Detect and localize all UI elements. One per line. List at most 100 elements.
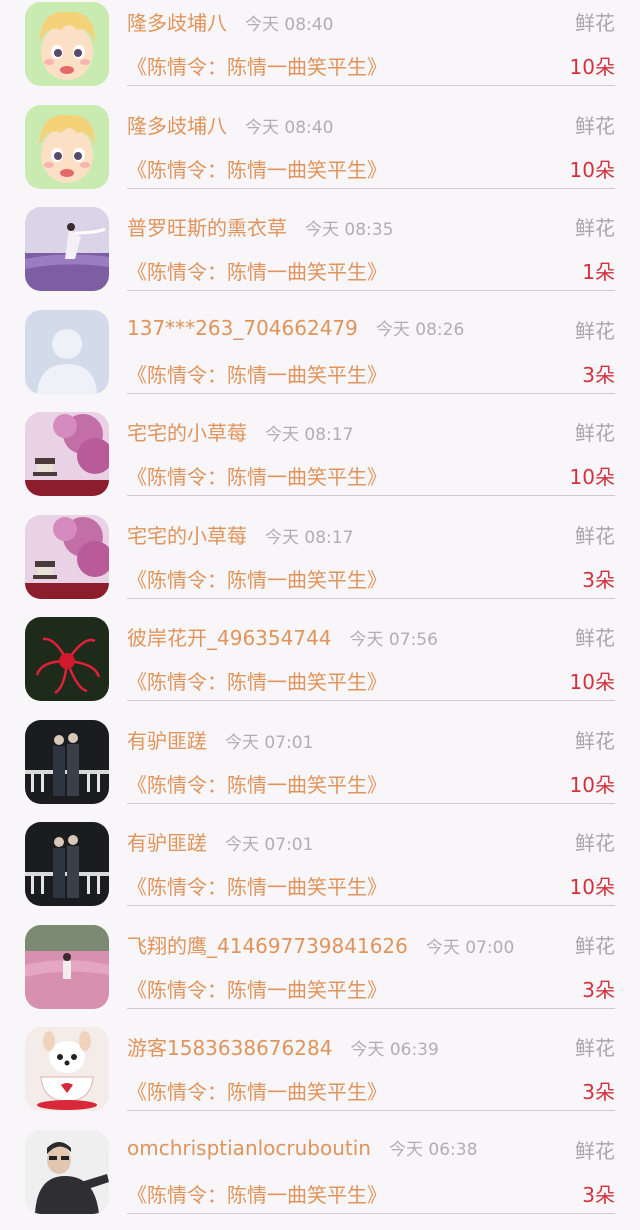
user-name-text: 宅宅的小草莓: [127, 524, 247, 548]
gift-list-item[interactable]: omchrisptianlocruboutin 今天 06:38 鲜花 《陈情令：…: [0, 1128, 640, 1230]
user-name-text: 有驴匪蹉: [127, 831, 207, 855]
row-divider: [127, 290, 615, 291]
user-name-text: omchrisptianlocruboutin: [127, 1136, 371, 1160]
book-title-link[interactable]: 《陈情令：陈情一曲笑平生》: [127, 359, 387, 388]
gift-time: 今天 06:39: [350, 1040, 438, 1060]
gift-list-item[interactable]: 137***263_704662479今天 08:26 鲜花 《陈情令：陈情一曲…: [0, 308, 640, 411]
row-divider: [127, 905, 615, 906]
book-title-link[interactable]: 《陈情令：陈情一曲笑平生》: [127, 256, 387, 285]
row-divider: [127, 1213, 615, 1214]
user-name-text: 隆多歧埔八: [127, 114, 227, 138]
row-divider: [127, 700, 615, 701]
book-title-link[interactable]: 《陈情令：陈情一曲笑平生》: [127, 871, 387, 900]
user-name[interactable]: 有驴匪蹉今天 07:01: [127, 827, 313, 856]
user-name-text: 普罗旺斯的熏衣草: [127, 216, 287, 240]
user-name-text: 游客1583638676284: [127, 1036, 332, 1060]
user-avatar[interactable]: [25, 617, 109, 701]
gift-type: 鲜花: [575, 520, 615, 549]
gift-type: 鲜花: [575, 212, 615, 241]
row-divider: [127, 495, 615, 496]
user-name[interactable]: 飞翔的鹰_414697739841626 今天 07:00: [127, 930, 514, 959]
gift-type: 鲜花: [575, 930, 615, 959]
user-avatar[interactable]: [25, 1130, 109, 1214]
user-avatar[interactable]: [25, 412, 109, 496]
gift-count: 3朵: [582, 1179, 615, 1208]
gift-count: 1朵: [582, 256, 615, 285]
gift-list-item[interactable]: 隆多歧埔八今天 08:40 鲜花 《陈情令：陈情一曲笑平生》 10朵: [0, 0, 640, 103]
user-name-text: 彼岸花开_496354744: [127, 626, 332, 650]
user-avatar[interactable]: [25, 925, 109, 1009]
book-title-link[interactable]: 《陈情令：陈情一曲笑平生》: [127, 461, 387, 490]
gift-time: 今天 08:26: [376, 320, 464, 340]
gift-time: 今天 08:40: [245, 118, 333, 138]
user-avatar[interactable]: [25, 1027, 109, 1111]
book-title-link[interactable]: 《陈情令：陈情一曲笑平生》: [127, 1179, 387, 1208]
book-title-link[interactable]: 《陈情令：陈情一曲笑平生》: [127, 666, 387, 695]
gift-count: 10朵: [570, 154, 615, 183]
user-avatar[interactable]: [25, 2, 109, 86]
row-divider: [127, 1008, 615, 1009]
gift-list-item[interactable]: 彼岸花开_496354744今天 07:56 鲜花 《陈情令：陈情一曲笑平生》 …: [0, 615, 640, 718]
row-divider: [127, 598, 615, 599]
user-name-text: 飞翔的鹰_414697739841626: [127, 934, 408, 958]
gift-time: 今天 08:40: [245, 15, 333, 35]
user-name[interactable]: 隆多歧埔八今天 08:40: [127, 110, 333, 139]
user-name[interactable]: 游客1583638676284 今天 06:39: [127, 1032, 439, 1061]
user-avatar[interactable]: [25, 720, 109, 804]
gift-list-item[interactable]: 有驴匪蹉今天 07:01 鲜花 《陈情令：陈情一曲笑平生》 10朵: [0, 718, 640, 821]
user-name-text: 隆多歧埔八: [127, 11, 227, 35]
gift-count: 3朵: [582, 974, 615, 1003]
gift-count: 3朵: [582, 1076, 615, 1105]
book-title-link[interactable]: 《陈情令：陈情一曲笑平生》: [127, 154, 387, 183]
user-avatar[interactable]: [25, 310, 109, 394]
user-avatar[interactable]: [25, 822, 109, 906]
book-title-link[interactable]: 《陈情令：陈情一曲笑平生》: [127, 769, 387, 798]
gift-list-item[interactable]: 宅宅的小草莓今天 08:17 鲜花 《陈情令：陈情一曲笑平生》 10朵: [0, 410, 640, 513]
user-name[interactable]: 隆多歧埔八今天 08:40: [127, 7, 333, 36]
gift-time: 今天 08:17: [265, 528, 353, 548]
gift-time: 今天 06:38: [389, 1140, 477, 1160]
gift-list-item[interactable]: 飞翔的鹰_414697739841626 今天 07:00 鲜花 《陈情令：陈情一…: [0, 923, 640, 1026]
gift-count: 10朵: [570, 666, 615, 695]
user-name[interactable]: 宅宅的小草莓今天 08:17: [127, 520, 353, 549]
gift-time: 今天 08:17: [265, 425, 353, 445]
user-name-text: 宅宅的小草莓: [127, 421, 247, 445]
gift-count: 10朵: [570, 769, 615, 798]
gift-time: 今天 07:00: [426, 938, 514, 958]
gift-count: 10朵: [570, 51, 615, 80]
user-name[interactable]: 有驴匪蹉今天 07:01: [127, 725, 313, 754]
gift-type: 鲜花: [575, 110, 615, 139]
user-name[interactable]: 彼岸花开_496354744今天 07:56: [127, 622, 438, 651]
user-name[interactable]: 普罗旺斯的熏衣草今天 08:35: [127, 212, 393, 241]
gift-type: 鲜花: [575, 1135, 615, 1164]
gift-time: 今天 08:35: [305, 220, 393, 240]
gift-list-item[interactable]: 游客1583638676284 今天 06:39 鲜花 《陈情令：陈情一曲笑平生》…: [0, 1025, 640, 1128]
row-divider: [127, 85, 615, 86]
gift-type: 鲜花: [575, 1032, 615, 1061]
user-avatar[interactable]: [25, 105, 109, 189]
gift-type: 鲜花: [575, 622, 615, 651]
book-title-link[interactable]: 《陈情令：陈情一曲笑平生》: [127, 1076, 387, 1105]
row-divider: [127, 803, 615, 804]
user-name[interactable]: omchrisptianlocruboutin 今天 06:38: [127, 1135, 477, 1160]
gift-count: 3朵: [582, 359, 615, 388]
gift-list: 隆多歧埔八今天 08:40 鲜花 《陈情令：陈情一曲笑平生》 10朵 隆多歧埔八…: [0, 0, 640, 1230]
gift-list-item[interactable]: 有驴匪蹉今天 07:01 鲜花 《陈情令：陈情一曲笑平生》 10朵: [0, 820, 640, 923]
gift-type: 鲜花: [575, 7, 615, 36]
gift-list-item[interactable]: 隆多歧埔八今天 08:40 鲜花 《陈情令：陈情一曲笑平生》 10朵: [0, 103, 640, 206]
user-name[interactable]: 137***263_704662479今天 08:26: [127, 315, 464, 340]
book-title-link[interactable]: 《陈情令：陈情一曲笑平生》: [127, 564, 387, 593]
gift-type: 鲜花: [575, 827, 615, 856]
row-divider: [127, 393, 615, 394]
user-avatar[interactable]: [25, 207, 109, 291]
row-divider: [127, 188, 615, 189]
book-title-link[interactable]: 《陈情令：陈情一曲笑平生》: [127, 974, 387, 1003]
gift-type: 鲜花: [575, 417, 615, 446]
gift-type: 鲜花: [575, 725, 615, 754]
user-name[interactable]: 宅宅的小草莓今天 08:17: [127, 417, 353, 446]
user-avatar[interactable]: [25, 515, 109, 599]
book-title-link[interactable]: 《陈情令：陈情一曲笑平生》: [127, 51, 387, 80]
gift-list-item[interactable]: 普罗旺斯的熏衣草今天 08:35 鲜花 《陈情令：陈情一曲笑平生》 1朵: [0, 205, 640, 308]
gift-list-item[interactable]: 宅宅的小草莓今天 08:17 鲜花 《陈情令：陈情一曲笑平生》 3朵: [0, 513, 640, 616]
gift-time: 今天 07:01: [225, 733, 313, 753]
